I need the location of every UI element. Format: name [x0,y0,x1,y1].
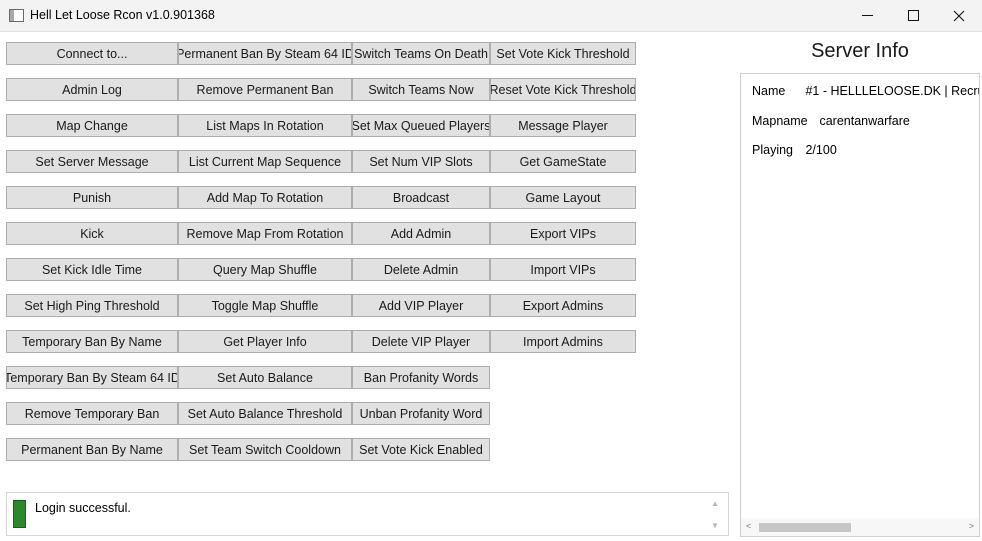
switch-teams-now-button[interactable]: Switch Teams Now [352,78,490,101]
title-bar: Hell Let Loose Rcon v1.0.901368 [0,0,982,32]
close-icon [953,10,965,21]
scroll-up-icon[interactable]: ▲ [711,500,719,508]
kick-button[interactable]: Kick [6,222,178,245]
server-info-panel: Name #1 - HELLLELOOSE.DK | Recruiting Ma… [740,73,980,537]
broadcast-button[interactable]: Broadcast [352,186,490,209]
playing-value: 2/100 [805,143,837,157]
import-vips-button[interactable]: Import VIPs [490,258,636,281]
mapname-label: Mapname [752,114,808,128]
set-auto-balance-button[interactable]: Set Auto Balance [178,366,352,389]
app-icon [9,9,24,22]
temp-ban-by-steam-id-button[interactable]: Temporary Ban By Steam 64 ID [6,366,178,389]
status-log[interactable]: Login successful. ▲ ▼ [6,492,729,536]
add-map-to-rotation-button[interactable]: Add Map To Rotation [178,186,352,209]
game-layout-button[interactable]: Game Layout [490,186,636,209]
list-current-map-sequence-button[interactable]: List Current Map Sequence [178,150,352,173]
scroll-left-icon[interactable]: < [746,521,751,531]
perm-ban-by-steam-id-button[interactable]: Permanent Ban By Steam 64 ID [178,42,352,65]
export-admins-button[interactable]: Export Admins [490,294,636,317]
get-player-info-button[interactable]: Get Player Info [178,330,352,353]
status-scrollbar[interactable]: ▲ ▼ [708,498,722,532]
maximize-icon [907,10,919,21]
set-num-vip-slots-button[interactable]: Set Num VIP Slots [352,150,490,173]
get-gamestate-button[interactable]: Get GameState [490,150,636,173]
admin-log-button[interactable]: Admin Log [6,78,178,101]
server-name-label: Name [752,84,786,98]
add-vip-player-button[interactable]: Add VIP Player [352,294,490,317]
reset-vote-kick-threshold-button[interactable]: Reset Vote Kick Threshold [490,78,636,101]
ban-profanity-words-button[interactable]: Ban Profanity Words [352,366,490,389]
window-title: Hell Let Loose Rcon v1.0.901368 [30,8,215,22]
scroll-thumb[interactable] [759,523,851,532]
scroll-down-icon[interactable]: ▼ [711,522,719,530]
server-info-title: Server Info [811,40,909,62]
maximize-button[interactable] [890,0,936,31]
message-player-button[interactable]: Message Player [490,114,636,137]
list-maps-in-rotation-button[interactable]: List Maps In Rotation [178,114,352,137]
add-admin-button[interactable]: Add Admin [352,222,490,245]
map-change-button[interactable]: Map Change [6,114,178,137]
set-team-switch-cooldown-button[interactable]: Set Team Switch Cooldown [178,438,352,461]
remove-map-from-rotation-button[interactable]: Remove Map From Rotation [178,222,352,245]
remove-perm-ban-button[interactable]: Remove Permanent Ban [178,78,352,101]
mapname-value: carentanwarfare [819,114,910,128]
close-button[interactable] [936,0,982,31]
remove-temp-ban-button[interactable]: Remove Temporary Ban [6,402,178,425]
switch-teams-on-death-button[interactable]: Switch Teams On Death [352,42,490,65]
set-server-message-button[interactable]: Set Server Message [6,150,178,173]
set-vote-kick-threshold-button[interactable]: Set Vote Kick Threshold [490,42,636,65]
server-info-scrollbar[interactable]: < > [741,518,979,536]
playing-row: Playing 2/100 [752,143,837,157]
temp-ban-by-name-button[interactable]: Temporary Ban By Name [6,330,178,353]
scroll-right-icon[interactable]: > [969,521,974,531]
set-high-ping-threshold-button[interactable]: Set High Ping Threshold [6,294,178,317]
server-name-value: #1 - HELLLELOOSE.DK | Recruiting [805,84,979,98]
set-kick-idle-time-button[interactable]: Set Kick Idle Time [6,258,178,281]
set-auto-balance-threshold-button[interactable]: Set Auto Balance Threshold [178,402,352,425]
mapname-row: Mapname carentanwarfare [752,114,910,128]
query-map-shuffle-button[interactable]: Query Map Shuffle [178,258,352,281]
set-vote-kick-enabled-button[interactable]: Set Vote Kick Enabled [352,438,490,461]
punish-button[interactable]: Punish [6,186,178,209]
minimize-icon [861,15,873,16]
delete-vip-player-button[interactable]: Delete VIP Player [352,330,490,353]
connect-button[interactable]: Connect to... [6,42,178,65]
export-vips-button[interactable]: Export VIPs [490,222,636,245]
status-indicator [13,500,26,528]
status-message: Login successful. [35,501,131,515]
set-max-queued-players-button[interactable]: Set Max Queued Players [352,114,490,137]
import-admins-button[interactable]: Import Admins [490,330,636,353]
toggle-map-shuffle-button[interactable]: Toggle Map Shuffle [178,294,352,317]
playing-label: Playing [752,143,793,157]
unban-profanity-word-button[interactable]: Unban Profanity Word [352,402,490,425]
server-name-row: Name #1 - HELLLELOOSE.DK | Recruiting [752,84,979,98]
perm-ban-by-name-button[interactable]: Permanent Ban By Name [6,438,178,461]
delete-admin-button[interactable]: Delete Admin [352,258,490,281]
minimize-button[interactable] [844,0,890,31]
